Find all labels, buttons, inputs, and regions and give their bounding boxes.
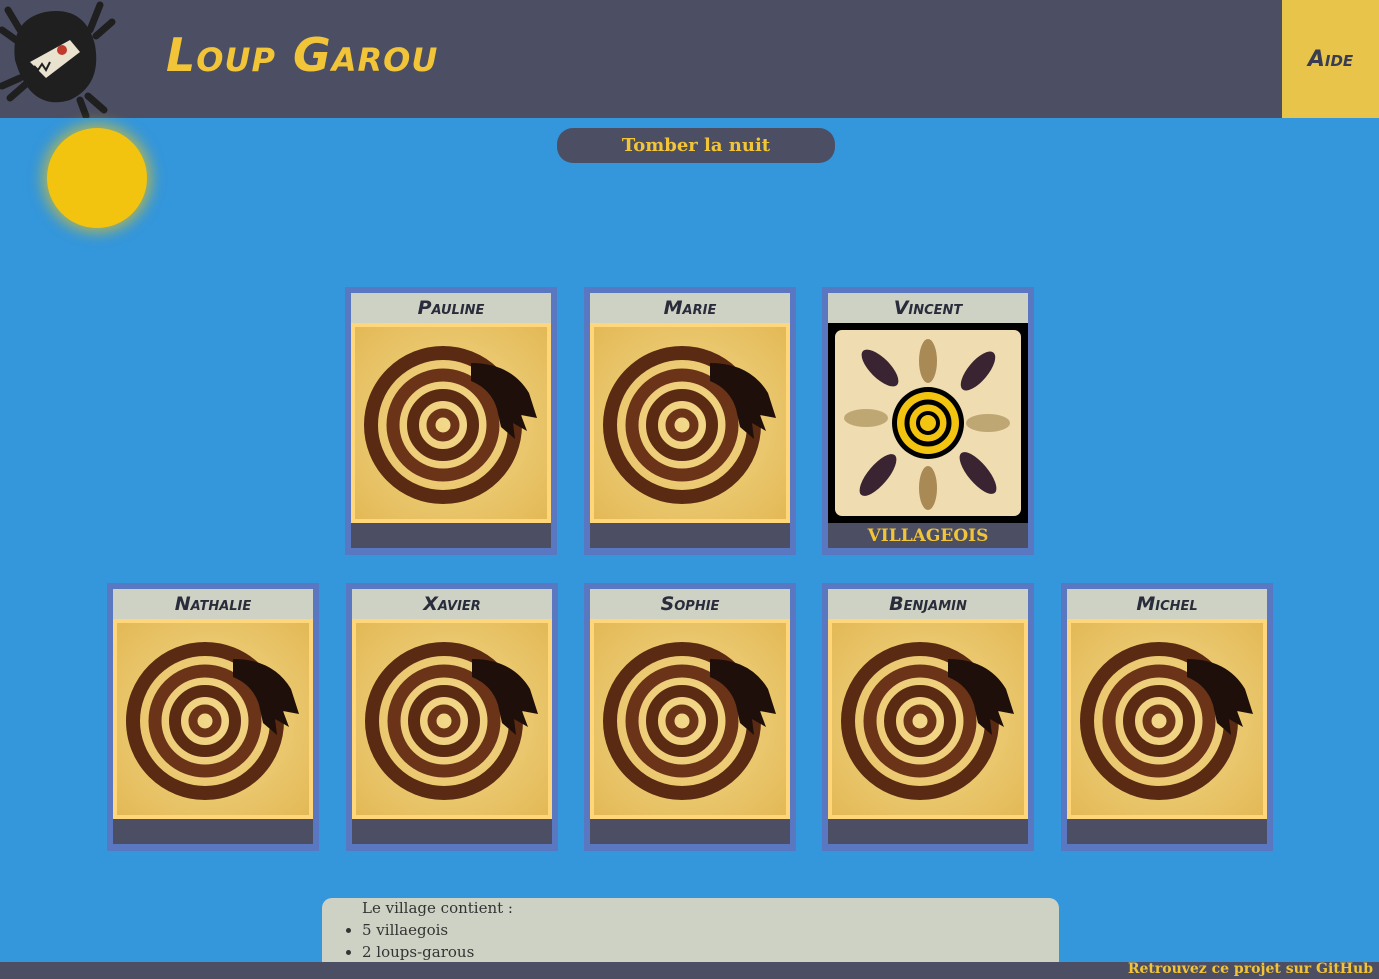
card-back-spiral-icon [590,619,790,819]
player-card[interactable]: Nathalie [107,583,319,851]
help-button[interactable]: Aide [1282,0,1379,118]
player-card[interactable]: Sophie [584,583,796,851]
sun-icon [47,128,147,228]
player-name: Xavier [352,589,552,619]
village-info-title: Le village contient : [362,899,513,917]
player-name: Pauline [351,293,551,323]
player-role [590,819,790,844]
player-role [590,523,790,548]
village-info-panel: Le village contient : 5 villaegois 2 lou… [322,898,1059,962]
player-name: Marie [590,293,790,323]
player-name: Nathalie [113,589,313,619]
card-back-spiral-icon [590,323,790,523]
player-name: Michel [1067,589,1267,619]
player-card[interactable]: Vincent VILLAGEOIS [822,287,1034,555]
player-name: Benjamin [828,589,1028,619]
nightfall-button[interactable]: Tomber la nuit [557,128,835,163]
player-role [1067,819,1267,844]
app-title: Loup Garou [166,28,439,82]
card-back-spiral-icon [113,619,313,819]
werewolf-logo-icon [0,1,116,118]
github-link[interactable]: Retrouvez ce projet sur GitHub [1128,961,1373,977]
player-name: Sophie [590,589,790,619]
player-name: Vincent [828,293,1028,323]
player-role [113,819,313,844]
villager-card-icon [828,323,1028,523]
card-back-spiral-icon [351,323,551,523]
player-role: VILLAGEOIS [828,523,1028,548]
village-composition-list: 5 villaegois 2 loups-garous [322,919,474,962]
player-card[interactable]: Michel [1061,583,1273,851]
player-role [352,819,552,844]
card-back-spiral-icon [828,619,1028,819]
player-role [351,523,551,548]
player-card[interactable]: Marie [584,287,796,555]
page-footer: Retrouvez ce projet sur GitHub [0,961,1379,979]
player-card[interactable]: Pauline [345,287,557,555]
app-header: Loup Garou Aide [0,0,1379,118]
player-card[interactable]: Benjamin [822,583,1034,851]
player-card[interactable]: Xavier [346,583,558,851]
list-item: 2 loups-garous [362,941,474,962]
player-role [828,819,1028,844]
card-back-spiral-icon [352,619,552,819]
card-back-spiral-icon [1067,619,1267,819]
list-item: 5 villaegois [362,919,474,941]
